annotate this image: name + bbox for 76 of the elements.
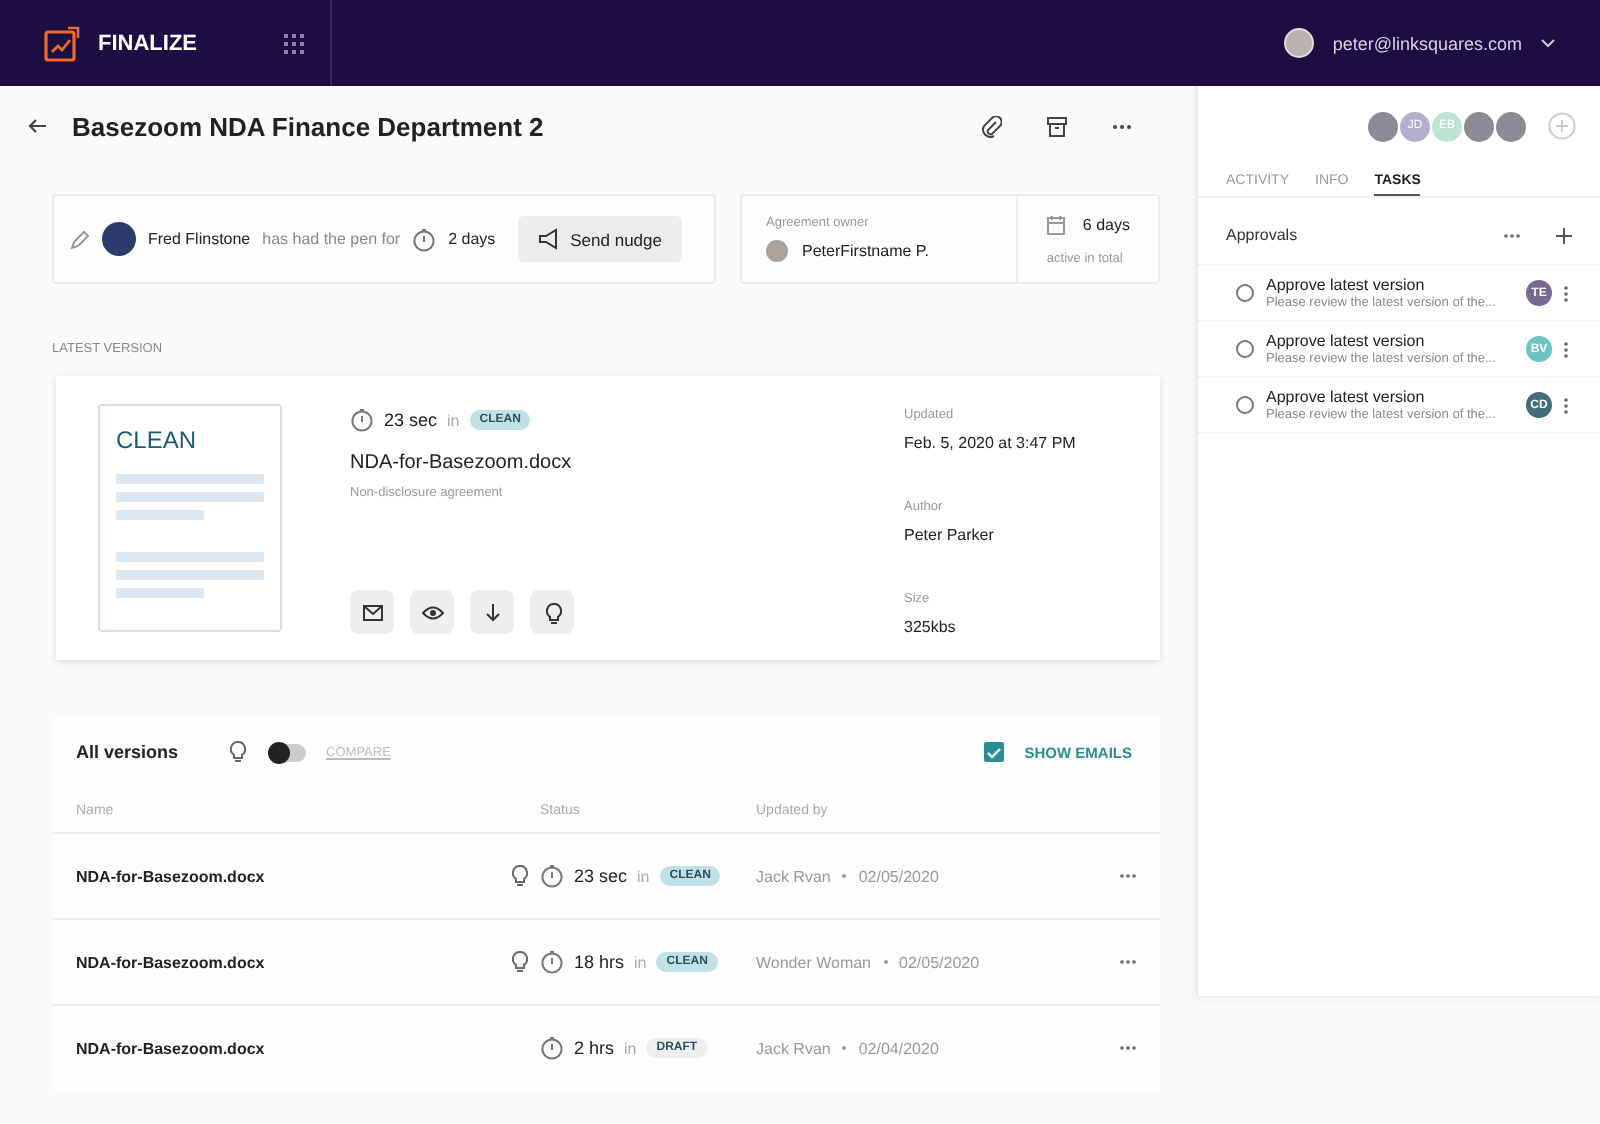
download-arrow-button[interactable] (470, 590, 514, 634)
archive-box-icon[interactable] (1046, 115, 1068, 137)
avatar (766, 240, 788, 262)
eye-button[interactable] (410, 590, 454, 634)
in-label: in (637, 867, 650, 885)
timer-icon (350, 408, 374, 432)
paperclip-icon[interactable] (980, 115, 1002, 137)
timer-icon (412, 227, 437, 251)
file-name: NDA-for-Basezoom.docx (76, 867, 267, 885)
updated-by-name: Jack Rvan (756, 867, 831, 885)
task-checkbox[interactable] (1236, 396, 1254, 414)
document-title: Basezoom NDA Finance Department 2 (72, 111, 546, 141)
file-name: NDA-for-Basezoom.docx (350, 452, 574, 474)
avatar (1494, 109, 1528, 143)
avatar (1284, 28, 1315, 58)
apps-grid-icon[interactable] (283, 33, 303, 53)
pen-holder-name: Fred Flinstone (148, 230, 251, 248)
lightbulb-icon (541, 601, 563, 623)
updated-by-name: Jack Rvan (756, 1039, 831, 1057)
lightbulb-icon (226, 740, 251, 764)
envelope-icon (361, 601, 383, 623)
task-checkbox[interactable] (1236, 284, 1254, 302)
pen-duration: 2 days (448, 230, 496, 248)
pencil-icon (70, 229, 90, 249)
envelope-button[interactable] (350, 590, 394, 634)
in-label: in (447, 411, 460, 429)
add-icon[interactable] (1556, 227, 1572, 243)
timer-icon (540, 864, 564, 888)
avatar (1462, 109, 1496, 143)
calendar-icon (1046, 213, 1067, 235)
duration-text: 18 hrs (574, 952, 625, 972)
task-title: Approve latest version (1266, 332, 1427, 350)
eye-icon (421, 601, 443, 623)
timer-icon (540, 1036, 564, 1060)
megaphone-icon (538, 228, 559, 250)
separator-dot (842, 1046, 847, 1050)
updated-date: 02/05/2020 (899, 953, 980, 971)
timer-icon (540, 950, 564, 974)
task-title: Approve latest version (1266, 388, 1427, 406)
task-title: Approve latest version (1266, 276, 1427, 294)
app-name: FINALIZE (98, 31, 197, 55)
detail-value: Peter Parker (904, 526, 996, 544)
in-label: in (634, 953, 647, 971)
checkmark-icon (986, 745, 1003, 759)
avatar (102, 222, 136, 256)
detail-value: Feb. 5, 2020 at 3:47 PM (904, 434, 1078, 452)
back-arrow-icon[interactable] (28, 116, 48, 136)
pen-status-text: has had the pen for (262, 230, 401, 248)
logo-icon (44, 25, 80, 61)
show-emails-checkbox[interactable] (984, 742, 1005, 762)
owner-name: PeterFirstname P. (802, 242, 929, 260)
thumbnail-label: CLEAN (116, 426, 199, 454)
download-arrow-icon (481, 601, 503, 623)
updated-by-name: Wonder Woman (756, 953, 872, 971)
section-title: All versions (76, 742, 179, 762)
updated-date: 02/04/2020 (858, 1039, 939, 1057)
chevron-down-icon[interactable] (1540, 38, 1556, 48)
separator-dot (883, 960, 888, 964)
user-email[interactable]: peter@linksquares.com (1332, 33, 1522, 53)
more-options-icon[interactable] (1112, 123, 1132, 129)
duration-text: 2 hrs (574, 1038, 615, 1058)
task-checkbox[interactable] (1236, 340, 1254, 358)
in-label: in (624, 1039, 637, 1057)
section-title: Approvals (1226, 226, 1300, 244)
updated-date: 02/05/2020 (858, 867, 939, 885)
compare-toggle[interactable] (270, 743, 307, 761)
duration-text: 23 sec (574, 866, 628, 886)
file-name: NDA-for-Basezoom.docx (76, 1039, 267, 1057)
lightbulb-button[interactable] (530, 590, 574, 634)
separator-dot (842, 874, 847, 878)
duration-text: 23 sec (384, 410, 438, 430)
avatar (1366, 109, 1400, 143)
send-nudge-button[interactable]: Send nudge (518, 216, 682, 262)
active-days: 6 days (1082, 215, 1130, 233)
file-name: NDA-for-Basezoom.docx (76, 953, 267, 971)
detail-value: 325kbs (904, 618, 958, 636)
